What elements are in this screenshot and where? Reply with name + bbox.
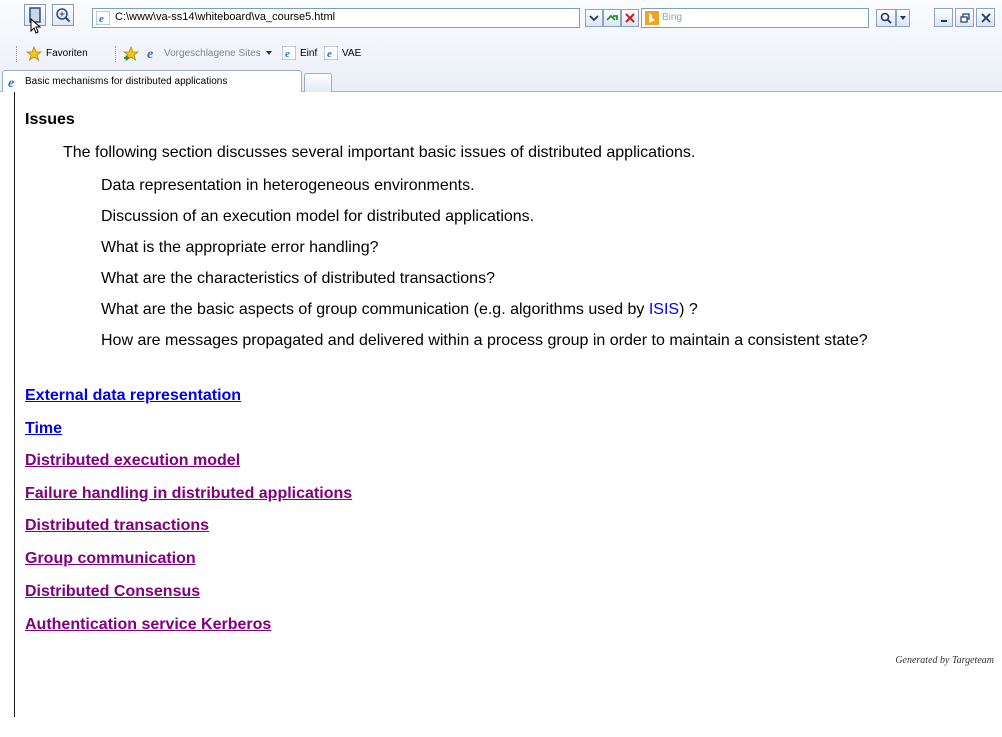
toolbar-separator xyxy=(115,46,117,62)
isis-link[interactable]: ISIS xyxy=(649,301,679,318)
close-button[interactable] xyxy=(976,8,995,27)
svg-text:e: e xyxy=(285,48,290,60)
link-authentication-kerberos[interactable]: Authentication service Kerberos xyxy=(25,616,271,634)
close-icon xyxy=(625,13,635,23)
add-favorite-button[interactable] xyxy=(123,46,139,61)
generated-by-footer: Generated by Targeteam xyxy=(895,655,994,666)
page-heading: Issues xyxy=(25,111,75,128)
svg-text:e: e xyxy=(327,48,332,60)
link-failure-handling[interactable]: Failure handling in distributed applicat… xyxy=(25,485,352,503)
mouse-cursor-icon xyxy=(30,18,42,34)
svg-text:e: e xyxy=(99,13,104,25)
address-row: e C:\www\va-ss14\whiteboard\va_course5.h… xyxy=(0,0,1002,38)
fav-link-vae[interactable]: e VAE xyxy=(324,46,361,60)
intro-text: The following section discusses several … xyxy=(63,144,696,161)
chevron-down-icon xyxy=(900,16,906,20)
link-distributed-consensus[interactable]: Distributed Consensus xyxy=(25,583,200,601)
magnifier-icon xyxy=(56,8,71,23)
issue-item: What are the basic aspects of group comm… xyxy=(101,299,698,320)
search-options-button[interactable] xyxy=(896,9,910,27)
add-favorite-icon xyxy=(123,46,139,61)
issue-item: Data representation in heterogeneous env… xyxy=(101,177,475,194)
star-icon xyxy=(26,46,42,61)
link-external-data-representation[interactable]: External data representation xyxy=(25,387,241,405)
minimize-icon xyxy=(940,19,947,22)
issue-text: What are the basic aspects of group comm… xyxy=(101,301,649,318)
address-bar[interactable]: e C:\www\va-ss14\whiteboard\va_course5.h… xyxy=(92,8,580,28)
search-button[interactable] xyxy=(876,9,896,27)
minimize-button[interactable] xyxy=(934,8,953,27)
fav-link-label: VAE xyxy=(342,47,362,59)
tab-active[interactable]: e Basic mechanisms for distributed appli… xyxy=(2,70,302,92)
issue-item: What are the characteristics of distribu… xyxy=(101,270,495,287)
address-text: C:\www\va-ss14\whiteboard\va_course5.htm… xyxy=(115,11,336,23)
fav-link-einf[interactable]: e Einf xyxy=(282,46,317,60)
ie-page-icon: e xyxy=(282,46,296,60)
toolbar-grip xyxy=(16,46,18,62)
search-box[interactable]: Bing xyxy=(641,8,869,28)
search-icon xyxy=(880,12,892,24)
browser-chrome: e C:\www\va-ss14\whiteboard\va_course5.h… xyxy=(0,0,1002,92)
refresh-button[interactable] xyxy=(603,9,621,27)
link-group-communication[interactable]: Group communication xyxy=(25,550,196,568)
content-left-border xyxy=(14,92,15,717)
svg-text:e: e xyxy=(147,47,153,60)
refresh-icon xyxy=(606,14,618,21)
tab-bar: e Basic mechanisms for distributed appli… xyxy=(0,68,1002,92)
ie-logo-icon: e xyxy=(8,76,14,89)
bing-logo-icon xyxy=(645,11,659,25)
stop-button[interactable] xyxy=(621,9,639,27)
fav-link-label: Einf xyxy=(300,47,318,59)
favorites-label: Favoriten xyxy=(46,48,88,59)
chevron-down-icon xyxy=(589,15,599,22)
ie-page-icon: e xyxy=(96,11,110,25)
restore-button[interactable] xyxy=(955,8,974,27)
issue-item: How are messages propagated and delivere… xyxy=(101,332,868,349)
issue-suffix: ) ? xyxy=(679,301,698,318)
link-time[interactable]: Time xyxy=(25,420,62,438)
link-distributed-execution-model[interactable]: Distributed execution model xyxy=(25,452,240,470)
zoom-button[interactable] xyxy=(52,4,74,26)
restore-icon xyxy=(959,12,970,23)
svg-text:e: e xyxy=(8,76,14,89)
suggested-sites-label: Vorgeschlagene Sites xyxy=(164,47,261,59)
close-icon xyxy=(980,12,991,23)
address-dropdown-button[interactable] xyxy=(585,9,603,27)
ie-logo-icon: e xyxy=(147,47,153,60)
search-placeholder: Bing xyxy=(662,12,683,23)
ie-page-icon: e xyxy=(324,46,338,60)
favorites-bar: Favoriten e Vorgeschlagene Sites e Einf xyxy=(0,38,1002,68)
tab-title: Basic mechanisms for distributed applica… xyxy=(25,76,228,87)
issue-item: Discussion of an execution model for dis… xyxy=(101,208,535,225)
new-tab-button[interactable] xyxy=(304,73,332,92)
chevron-down-icon xyxy=(265,51,272,55)
link-distributed-transactions[interactable]: Distributed transactions xyxy=(25,517,209,535)
suggested-sites-button[interactable]: e Vorgeschlagene Sites xyxy=(146,46,273,60)
favorites-button[interactable]: Favoriten xyxy=(26,46,88,61)
issue-item: What is the appropriate error handling? xyxy=(101,239,379,256)
